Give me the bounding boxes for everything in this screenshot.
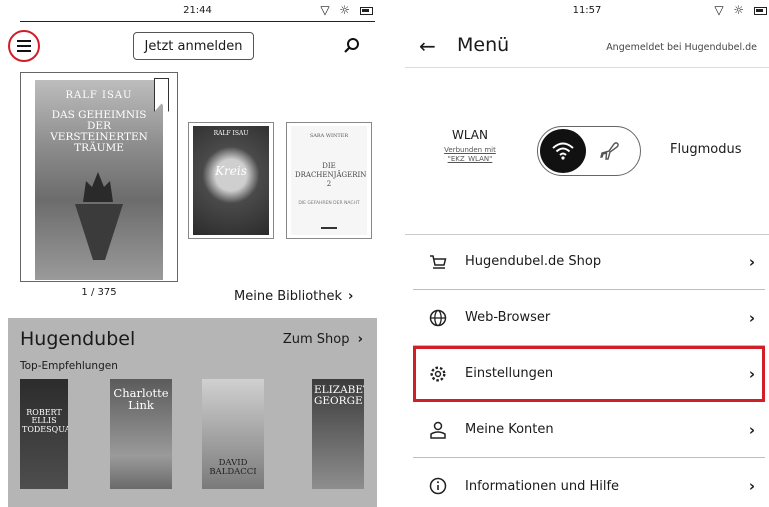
wifi-icon	[552, 142, 574, 160]
book-title: DAS GEHEIMNIS DER VERSTEINERTEN TRÄUME	[50, 109, 148, 154]
menu-item-shop[interactable]: Hugendubel.de Shop ›	[413, 234, 765, 290]
menu-item-label: Hugendubel.de Shop	[465, 254, 602, 269]
current-book-card[interactable]: RALF ISAU DAS GEHEIMNIS DER VERSTEINERTE…	[20, 72, 178, 282]
flight-mode-label: Flugmodus	[670, 142, 742, 157]
chevron-right-icon: ›	[748, 364, 755, 383]
to-shop-link[interactable]: Zum Shop ›	[283, 332, 363, 347]
menu-item-web-browser[interactable]: Web-Browser ›	[413, 290, 765, 346]
login-button[interactable]: Jetzt anmelden	[133, 32, 254, 60]
book-title: Kreis	[215, 164, 247, 178]
recommended-book[interactable]: ROBERT ELLIS TODESQUAL	[20, 379, 68, 489]
menu-item-label: Einstellungen	[465, 366, 554, 381]
book-author: SARA WINTER	[309, 133, 349, 139]
book-title: DAVID BALDACCI	[209, 458, 257, 478]
menu-item-settings[interactable]: Einstellungen ›	[413, 346, 765, 402]
search-icon	[344, 38, 359, 53]
cover-divider	[321, 227, 337, 229]
back-arrow-icon[interactable]: ←	[419, 34, 436, 58]
chevron-right-icon: ›	[357, 332, 363, 347]
wifi-icon: ▽	[320, 3, 333, 17]
book-title: DIE DRACHENJÄGERIN 2	[295, 162, 367, 188]
brightness-icon: ☼	[733, 3, 748, 17]
book-title: Charlotte Link	[113, 386, 169, 413]
status-bar: 11:57 ▽ ☼	[405, 0, 769, 22]
shop-panel: Hugendubel Zum Shop › Top-Empfehlungen R…	[8, 318, 377, 507]
menu-item-my-accounts[interactable]: Meine Konten ›	[413, 402, 765, 458]
my-library-link[interactable]: Meine Bibliothek ›	[234, 289, 353, 304]
menu-item-info-help[interactable]: Informationen und Hilfe ›	[413, 458, 765, 507]
book-author: RALF ISAU	[213, 130, 249, 137]
wlan-network-name: "EKZ_WLAN"	[447, 155, 493, 163]
chevron-right-icon: ›	[748, 308, 755, 327]
wlan-flight-mode-toggle[interactable]	[537, 126, 641, 176]
status-icons: ▽ ☼	[714, 3, 767, 17]
search-button[interactable]	[342, 36, 362, 56]
recommended-book[interactable]: DAVID BALDACCI	[202, 379, 264, 489]
book-cover: SARA WINTER DIE DRACHENJÄGERIN 2 DIE GEF…	[291, 126, 367, 235]
page-count: 1 / 375	[81, 287, 117, 298]
menu-list: Hugendubel.de Shop › Web-Browser › Einst…	[413, 234, 765, 507]
book-title: ELIZABETH GEORGE	[314, 384, 364, 408]
shop-link-label: Zum Shop	[282, 332, 350, 347]
wlan-label: WLAN	[451, 128, 488, 142]
book-subtitle: DIE GEFAHREN DER NACHT	[298, 201, 360, 206]
wifi-icon: ▽	[714, 3, 727, 17]
chevron-right-icon: ›	[748, 420, 755, 439]
wlan-connected-to: Verbunden mit	[444, 146, 496, 154]
section-title: Top-Empfehlungen	[20, 360, 118, 372]
shop-name: Hugendubel	[20, 328, 136, 350]
page-title: Menü	[457, 34, 510, 56]
user-icon	[425, 421, 451, 439]
menu-item-label: Informationen und Hilfe	[465, 478, 620, 494]
chevron-right-icon: ›	[348, 289, 354, 304]
library-book[interactable]: RALF ISAU Kreis	[188, 122, 274, 239]
status-icons: ▽ ☼	[320, 3, 373, 17]
library-home-screen: 21:44 ▽ ☼ Jetzt anmelden RALF ISAU DAS G…	[0, 0, 385, 507]
menu-item-label: Meine Konten	[465, 422, 554, 437]
chevron-right-icon: ›	[748, 477, 755, 495]
book-cover: RALF ISAU Kreis	[193, 126, 269, 235]
book-title: ROBERT ELLIS TODESQUAL	[22, 408, 68, 434]
hamburger-icon	[17, 40, 31, 52]
battery-icon	[360, 6, 373, 15]
signed-in-status: Angemeldet bei Hugendubel.de	[606, 42, 757, 53]
menu-header: ← Menü Angemeldet bei Hugendubel.de	[405, 22, 769, 68]
chevron-right-icon: ›	[748, 252, 755, 271]
menu-button[interactable]	[8, 30, 40, 62]
library-book[interactable]: SARA WINTER DIE DRACHENJÄGERIN 2 DIE GEF…	[286, 122, 372, 239]
recommended-book[interactable]: Charlotte Link	[110, 379, 172, 489]
cover-castle-art	[83, 172, 113, 202]
battery-icon	[754, 6, 767, 15]
globe-icon	[425, 309, 451, 327]
status-bar: 21:44 ▽ ☼	[20, 0, 375, 22]
menu-item-label: Web-Browser	[465, 310, 551, 325]
recommended-book[interactable]: ELIZABETH GEORGE	[312, 379, 364, 489]
info-icon	[425, 477, 451, 495]
wlan-status: WLAN Verbunden mit "EKZ_WLAN"	[435, 128, 505, 164]
brightness-icon: ☼	[339, 3, 354, 17]
gear-icon	[425, 365, 451, 383]
menu-screen: 11:57 ▽ ☼ ← Menü Angemeldet bei Hugendub…	[405, 0, 769, 507]
airplane-icon	[600, 142, 619, 160]
book-cover: RALF ISAU DAS GEHEIMNIS DER VERSTEINERTE…	[35, 80, 163, 280]
cart-icon	[425, 253, 451, 271]
toggle-knob	[540, 129, 586, 173]
library-link-label: Meine Bibliothek	[234, 289, 343, 304]
book-author: RALF ISAU	[65, 90, 133, 101]
